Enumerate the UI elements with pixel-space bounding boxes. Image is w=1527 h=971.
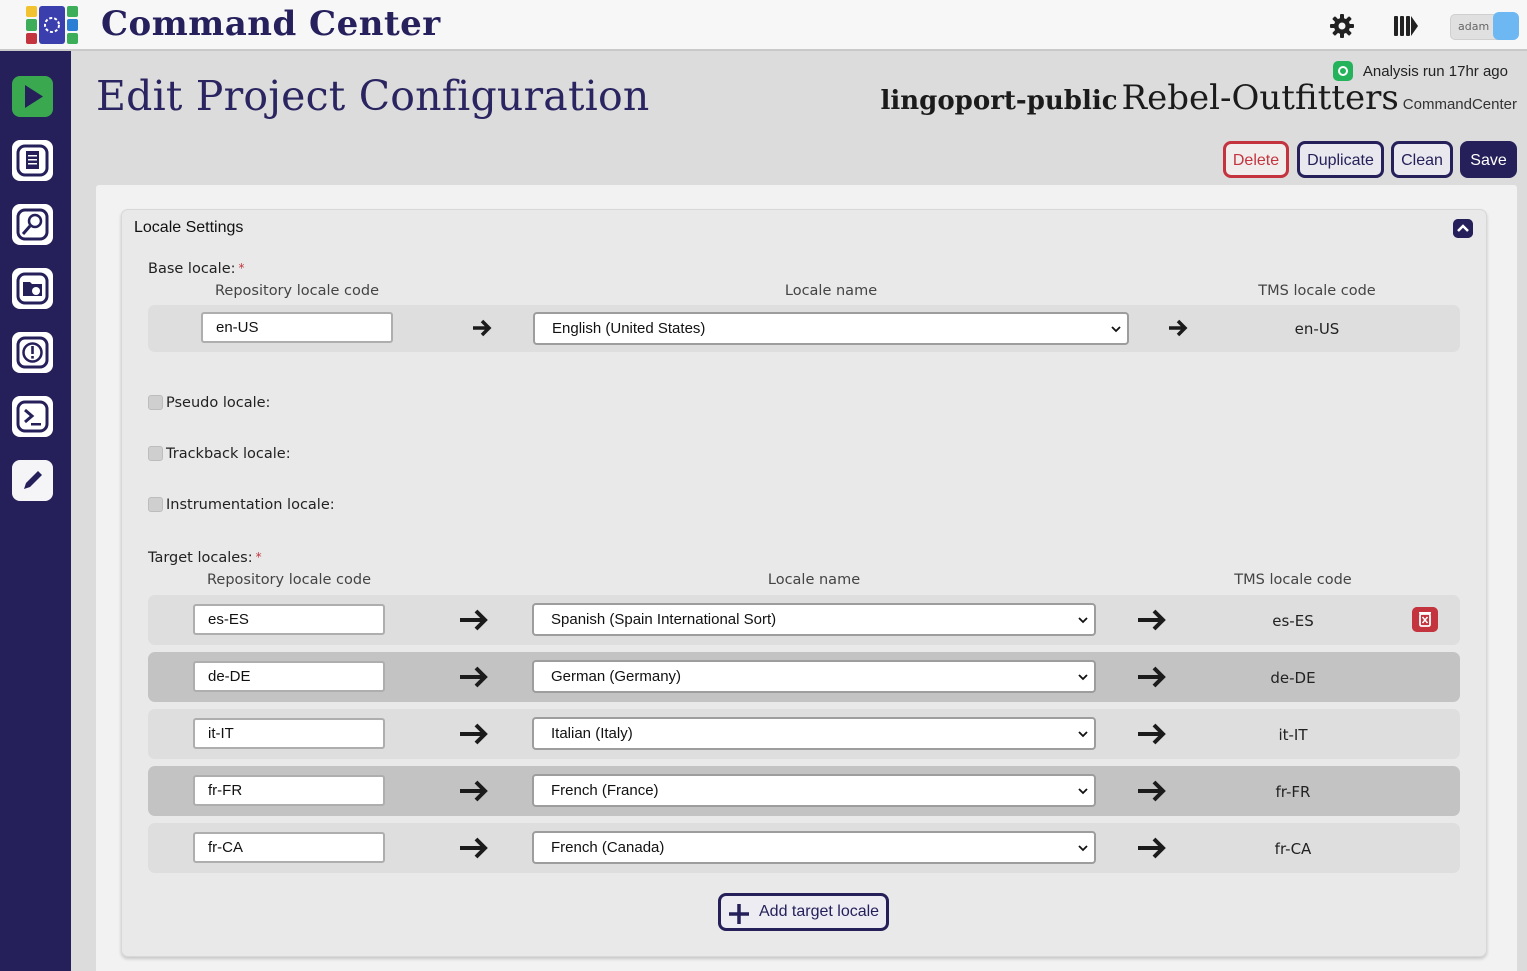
arrow-right-icon	[460, 723, 488, 745]
target-locale-name-value: Italian (Italy)	[551, 725, 633, 742]
sidebar-item-edit[interactable]	[12, 460, 53, 501]
project-name: Rebel-Outfitters	[1121, 78, 1399, 118]
target-tms-code: fr-FR	[1275, 783, 1311, 801]
chevron-down-icon	[1078, 674, 1088, 681]
target-locale-name-value: German (Germany)	[551, 668, 682, 685]
arrow-right-icon	[1138, 780, 1166, 802]
target-tms-code: de-DE	[1270, 669, 1316, 687]
target-repo-code-input[interactable]: de-DE	[193, 661, 385, 692]
base-repo-code-input[interactable]: en-US	[201, 312, 393, 343]
sidebar-item-localyzer[interactable]	[12, 268, 53, 309]
target-col-name-header: Locale name	[767, 572, 861, 588]
chevron-down-icon	[1078, 731, 1088, 738]
target-locales-label: Target locales: *	[148, 550, 262, 566]
target-repo-code-input[interactable]: fr-CA	[193, 832, 385, 863]
document-icon	[16, 144, 49, 177]
add-target-locale-label: Add target locale	[759, 903, 880, 920]
pencil-icon	[24, 471, 42, 489]
base-locale-name-value: English (United States)	[552, 320, 706, 337]
delete-trash-icon[interactable]	[1412, 607, 1438, 632]
play-icon	[25, 85, 43, 108]
target-locale-name-value: French (Canada)	[551, 839, 665, 856]
chevron-down-icon	[1078, 617, 1088, 624]
pseudo-locale-checkbox[interactable]	[148, 395, 163, 410]
app-title: Command Center	[101, 4, 441, 44]
instrumentation-locale-label: Instrumentation locale:	[166, 497, 335, 513]
instrumentation-locale-checkbox[interactable]	[148, 497, 163, 512]
target-repo-code-input[interactable]: it-IT	[193, 718, 385, 749]
target-tms-code: it-IT	[1278, 726, 1308, 744]
project-org: lingoport-public	[880, 86, 1118, 116]
arrow-right-icon	[460, 780, 488, 802]
base-col-repo-header: Repository locale code	[215, 283, 379, 299]
trackback-locale-checkbox[interactable]	[148, 446, 163, 461]
save-button[interactable]: Save	[1460, 141, 1517, 178]
folder-globe-icon	[16, 272, 49, 305]
settings-gear-icon[interactable]	[1328, 12, 1356, 40]
arrow-right-icon	[473, 319, 492, 337]
chevron-down-icon	[1111, 326, 1121, 333]
arrow-right-icon	[460, 837, 488, 859]
target-tms-code: fr-CA	[1274, 840, 1312, 858]
target-locale-name-select[interactable]: German (Germany)	[532, 660, 1096, 693]
trackback-locale-label: Trackback locale:	[166, 446, 291, 462]
analysis-status-text: Analysis run 17hr ago	[1362, 62, 1508, 80]
target-locale-name-select[interactable]: Italian (Italy)	[532, 717, 1096, 750]
arrow-right-icon	[460, 666, 488, 688]
warning-icon	[16, 336, 49, 369]
terminal-icon	[16, 400, 49, 433]
delete-button[interactable]: Delete	[1223, 141, 1289, 178]
user-name: adam	[1458, 20, 1490, 33]
base-col-name-header: Locale name	[784, 283, 878, 299]
target-locale-name-value: French (France)	[551, 782, 659, 799]
arrow-right-icon	[460, 609, 488, 631]
target-col-repo-header: Repository locale code	[207, 572, 371, 588]
pseudo-locale-label: Pseudo locale:	[166, 395, 271, 411]
command-center-logo[interactable]	[26, 6, 78, 44]
target-locale-name-value: Spanish (Spain International Sort)	[551, 611, 777, 628]
project-identifier: lingoport-public Rebel-Outfitters CommandC…	[881, 78, 1518, 118]
page-title: Edit Project Configuration	[96, 72, 650, 120]
chevron-down-icon	[1078, 788, 1088, 795]
sidebar-item-document[interactable]	[12, 140, 53, 181]
target-locale-name-select[interactable]: French (Canada)	[532, 831, 1096, 864]
sidebar-item-alerts[interactable]	[12, 332, 53, 373]
arrow-right-icon	[1169, 319, 1188, 337]
target-locale-name-select[interactable]: Spanish (Spain International Sort)	[532, 603, 1096, 636]
collapse-chevron-up-icon[interactable]	[1453, 219, 1473, 238]
sidebar-item-globalyzer[interactable]	[12, 204, 53, 245]
plus-icon	[729, 904, 749, 924]
top-bar: Command Center adam	[0, 0, 1527, 51]
clean-button[interactable]: Clean	[1391, 141, 1453, 178]
user-menu[interactable]: adam	[1450, 12, 1519, 40]
duplicate-button[interactable]: Duplicate	[1297, 141, 1384, 178]
chevron-down-icon	[1078, 845, 1088, 852]
target-locale-name-select[interactable]: French (France)	[532, 774, 1096, 807]
add-target-locale-button[interactable]: Add target locale	[718, 893, 889, 931]
target-repo-code-input[interactable]: es-ES	[193, 604, 385, 635]
base-col-tms-header: TMS locale code	[1258, 283, 1376, 299]
target-tms-code: es-ES	[1272, 612, 1314, 630]
arrow-right-icon	[1138, 666, 1166, 688]
arrow-right-icon	[1138, 723, 1166, 745]
arrow-right-icon	[1138, 609, 1166, 631]
sidebar	[0, 51, 71, 971]
arrow-right-icon	[1138, 837, 1166, 859]
target-col-tms-header: TMS locale code	[1234, 572, 1352, 588]
panel-title: Locale Settings	[134, 219, 244, 236]
sidebar-item-terminal[interactable]	[12, 396, 53, 437]
base-tms-code: en-US	[1294, 320, 1340, 338]
library-icon[interactable]	[1392, 12, 1420, 40]
base-locale-name-select[interactable]: English (United States)	[533, 312, 1129, 345]
project-group: CommandCenter	[1402, 96, 1517, 113]
magnifier-globe-icon	[16, 208, 49, 241]
target-repo-code-input[interactable]: fr-FR	[193, 775, 385, 806]
base-locale-label: Base locale: *	[148, 261, 245, 277]
avatar	[1493, 12, 1519, 40]
sidebar-item-run[interactable]	[12, 76, 53, 117]
